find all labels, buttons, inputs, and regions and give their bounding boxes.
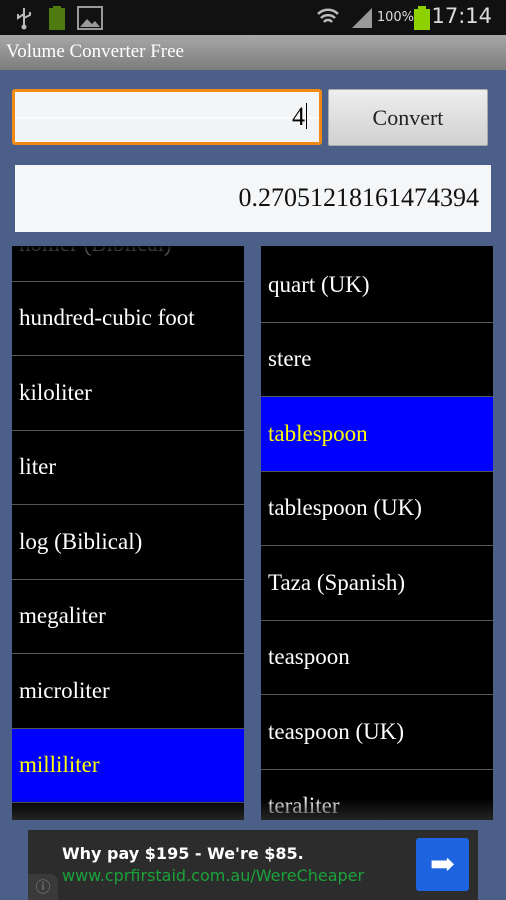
battery-percent: 100% (376, 10, 414, 25)
unit-option[interactable]: Taza (Spanish) (261, 546, 493, 621)
text-caret (306, 103, 307, 129)
unit-option[interactable]: quart (UK) (261, 248, 493, 323)
amount-input[interactable]: 4 (12, 89, 322, 145)
unit-option[interactable]: log (Biblical) (12, 505, 244, 580)
unit-option[interactable]: microliter (12, 654, 244, 729)
result-field: 0.27051218161474394 (15, 165, 491, 232)
unit-option[interactable]: kiloliter (12, 356, 244, 431)
clock: 17:14 (431, 4, 492, 28)
unit-option[interactable]: tablespoon (261, 397, 493, 472)
unit-option[interactable]: teaspoon (261, 621, 493, 695)
unit-option[interactable]: homer (Biblical) (12, 246, 244, 282)
unit-option[interactable] (12, 803, 244, 820)
arrow-right-icon[interactable]: ➡ (416, 838, 469, 891)
usb-icon (17, 8, 31, 30)
image-icon (77, 6, 103, 30)
from-unit-list[interactable]: homer (Biblical)hundred-cubic footkiloli… (12, 246, 244, 820)
unit-option[interactable]: liter (12, 431, 244, 505)
ad-url[interactable]: www.cprfirstaid.com.au/WereCheaper (62, 866, 364, 885)
info-icon[interactable]: ⓘ (28, 874, 58, 900)
unit-option[interactable]: milliliter (12, 728, 244, 803)
ad-banner[interactable]: Why pay $195 - We're $85. www.cprfirstai… (28, 830, 478, 900)
unit-option[interactable]: teraliter (261, 770, 493, 821)
to-unit-list[interactable]: quart (UK) stere tablespoon tablespoon (UK)… (261, 246, 493, 820)
convert-button[interactable]: Convert (328, 89, 488, 146)
battery-small-icon (49, 6, 65, 30)
app-title: Volume Converter Free (0, 35, 506, 70)
unit-option[interactable]: stere (261, 323, 493, 397)
unit-option[interactable]: hundred-cubic foot (12, 282, 244, 356)
status-bar: 100% 17:14 (0, 0, 506, 35)
ad-headline: Why pay $195 - We're $85. (62, 844, 304, 863)
amount-value: 4 (292, 102, 305, 131)
wifi-icon (317, 8, 339, 23)
battery-icon (414, 6, 430, 30)
unit-option[interactable]: megaliter (12, 580, 244, 654)
signal-icon (352, 8, 372, 28)
unit-option[interactable]: teaspoon (UK) (261, 695, 493, 770)
unit-option[interactable]: tablespoon (UK) (261, 472, 493, 546)
